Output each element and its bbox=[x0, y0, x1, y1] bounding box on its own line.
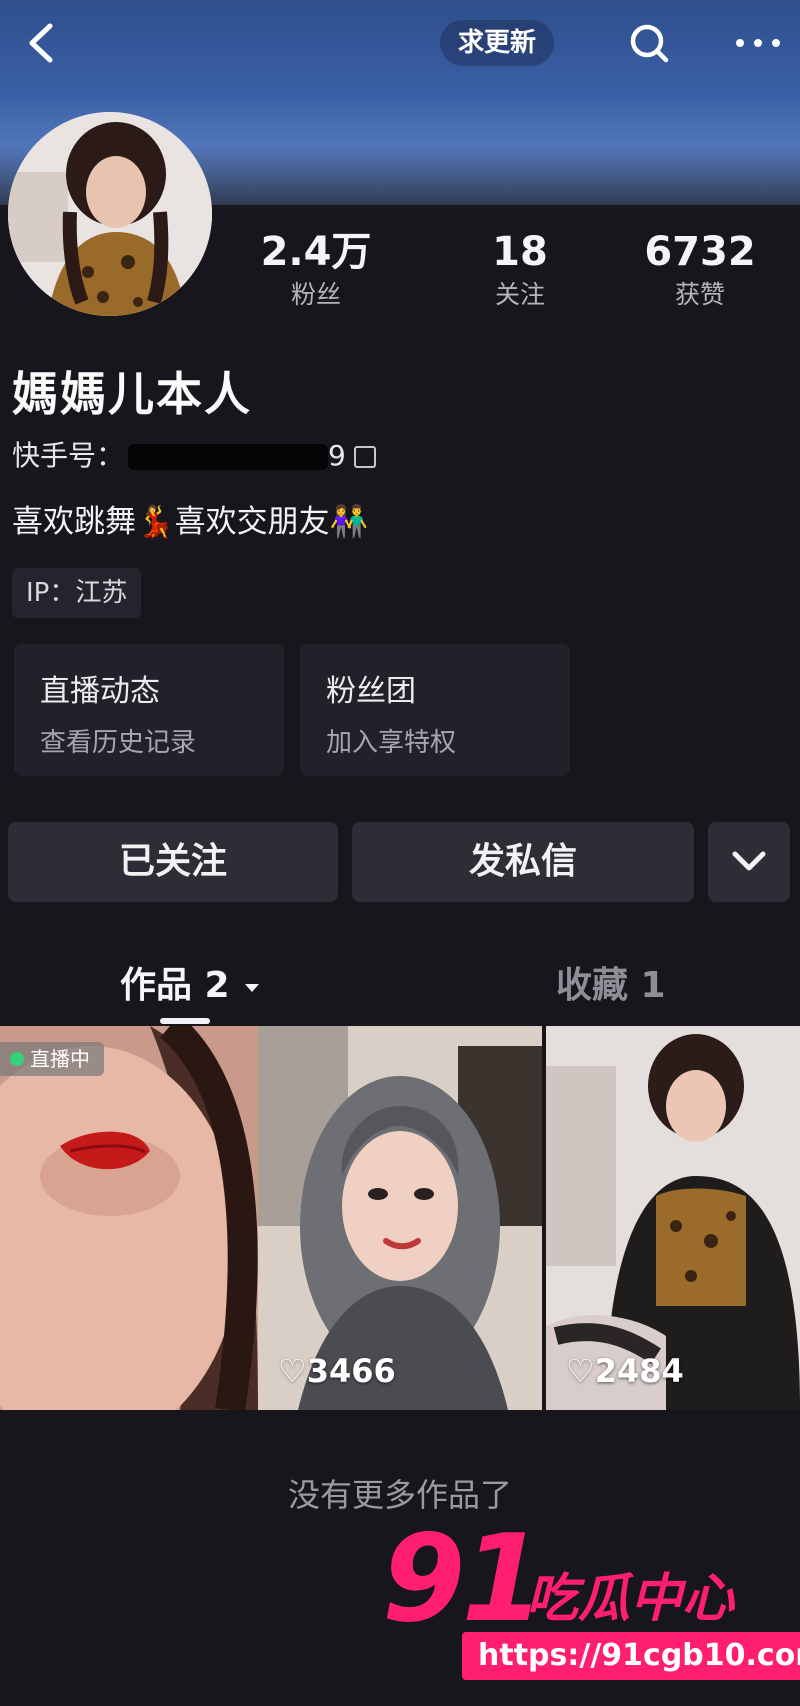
more-dots-icon bbox=[736, 39, 780, 47]
video-thumbnail-1[interactable]: 直播中 bbox=[0, 1026, 258, 1410]
live-history-subtitle: 查看历史记录 bbox=[40, 728, 197, 758]
video-3-likes-count: 2484 bbox=[594, 1352, 684, 1390]
video-3-likes: ♡2484 bbox=[566, 1352, 684, 1390]
caret-down-icon bbox=[245, 984, 260, 992]
redacted-id bbox=[128, 444, 329, 470]
search-button[interactable] bbox=[624, 18, 674, 68]
stat-likes-value: 6732 bbox=[644, 229, 756, 275]
watermark-number: 91 bbox=[382, 1510, 545, 1649]
fan-club-card[interactable]: 粉丝团 加入享特权 bbox=[300, 644, 570, 776]
fan-club-title: 粉丝团 bbox=[326, 674, 416, 709]
request-update-button[interactable]: 求更新 bbox=[440, 20, 555, 66]
copy-icon[interactable] bbox=[353, 446, 376, 468]
back-button[interactable] bbox=[22, 20, 62, 66]
video-thumbnail-1-image bbox=[0, 1026, 258, 1410]
avatar[interactable] bbox=[8, 112, 212, 316]
tab-favorites[interactable]: 收藏 1 bbox=[556, 956, 666, 1008]
kuaishou-id-label: 快手号： bbox=[12, 439, 125, 472]
chevron-down-icon bbox=[732, 851, 766, 871]
video-2-likes: ♡3466 bbox=[278, 1352, 396, 1390]
followed-button[interactable]: 已关注 bbox=[8, 822, 338, 902]
heart-icon: ♡ bbox=[566, 1352, 595, 1390]
stat-fans[interactable]: 2.4万 粉丝 bbox=[246, 228, 386, 312]
stat-fans-value: 2.4万 bbox=[260, 229, 372, 275]
stat-likes-label: 获赞 bbox=[674, 280, 725, 309]
stat-following-label: 关注 bbox=[494, 280, 545, 309]
video-2-likes-count: 3466 bbox=[306, 1352, 396, 1390]
video-thumbnail-2[interactable]: ♡3466 bbox=[258, 1026, 542, 1410]
tab-active-indicator bbox=[160, 1018, 210, 1024]
search-icon bbox=[630, 24, 669, 63]
heart-icon: ♡ bbox=[278, 1352, 307, 1390]
profile-page: 求更新 2.4万 粉丝 18 关注 6732 获赞 媽媽儿本人 快手号： 9 喜… bbox=[0, 0, 800, 1706]
kuaishou-id: 快手号： 9 bbox=[12, 434, 376, 474]
kuaishou-id-tail: 9 bbox=[328, 439, 346, 472]
expand-recommend-button[interactable] bbox=[708, 822, 790, 902]
ip-location-badge: IP：江苏 bbox=[12, 568, 142, 618]
live-history-card[interactable]: 直播动态 查看历史记录 bbox=[14, 644, 284, 776]
tab-works-label: 作品 2 bbox=[120, 965, 230, 1006]
send-message-button[interactable]: 发私信 bbox=[352, 822, 694, 902]
watermark-url: https://91cgb10.com bbox=[462, 1632, 800, 1680]
fan-club-subtitle: 加入享特权 bbox=[326, 728, 457, 758]
stat-following-value: 18 bbox=[492, 229, 548, 275]
live-now-badge: 直播中 bbox=[0, 1042, 104, 1076]
tab-works[interactable]: 作品 2 bbox=[120, 956, 262, 1008]
live-history-title: 直播动态 bbox=[40, 674, 160, 709]
stat-following[interactable]: 18 关注 bbox=[450, 228, 590, 312]
stat-fans-label: 粉丝 bbox=[290, 280, 341, 309]
back-arrow-icon bbox=[29, 23, 53, 63]
profile-bio: 喜欢跳舞💃喜欢交朋友👫 bbox=[12, 504, 369, 540]
profile-name: 媽媽儿本人 bbox=[12, 367, 252, 421]
top-bar: 求更新 bbox=[0, 0, 800, 90]
avatar-image bbox=[8, 112, 212, 316]
video-thumbnail-3[interactable]: ♡2484 bbox=[546, 1026, 800, 1410]
watermark-text: 吃瓜中心 bbox=[526, 1569, 735, 1629]
stat-likes[interactable]: 6732 获赞 bbox=[630, 228, 770, 312]
more-options-button[interactable] bbox=[728, 18, 788, 68]
